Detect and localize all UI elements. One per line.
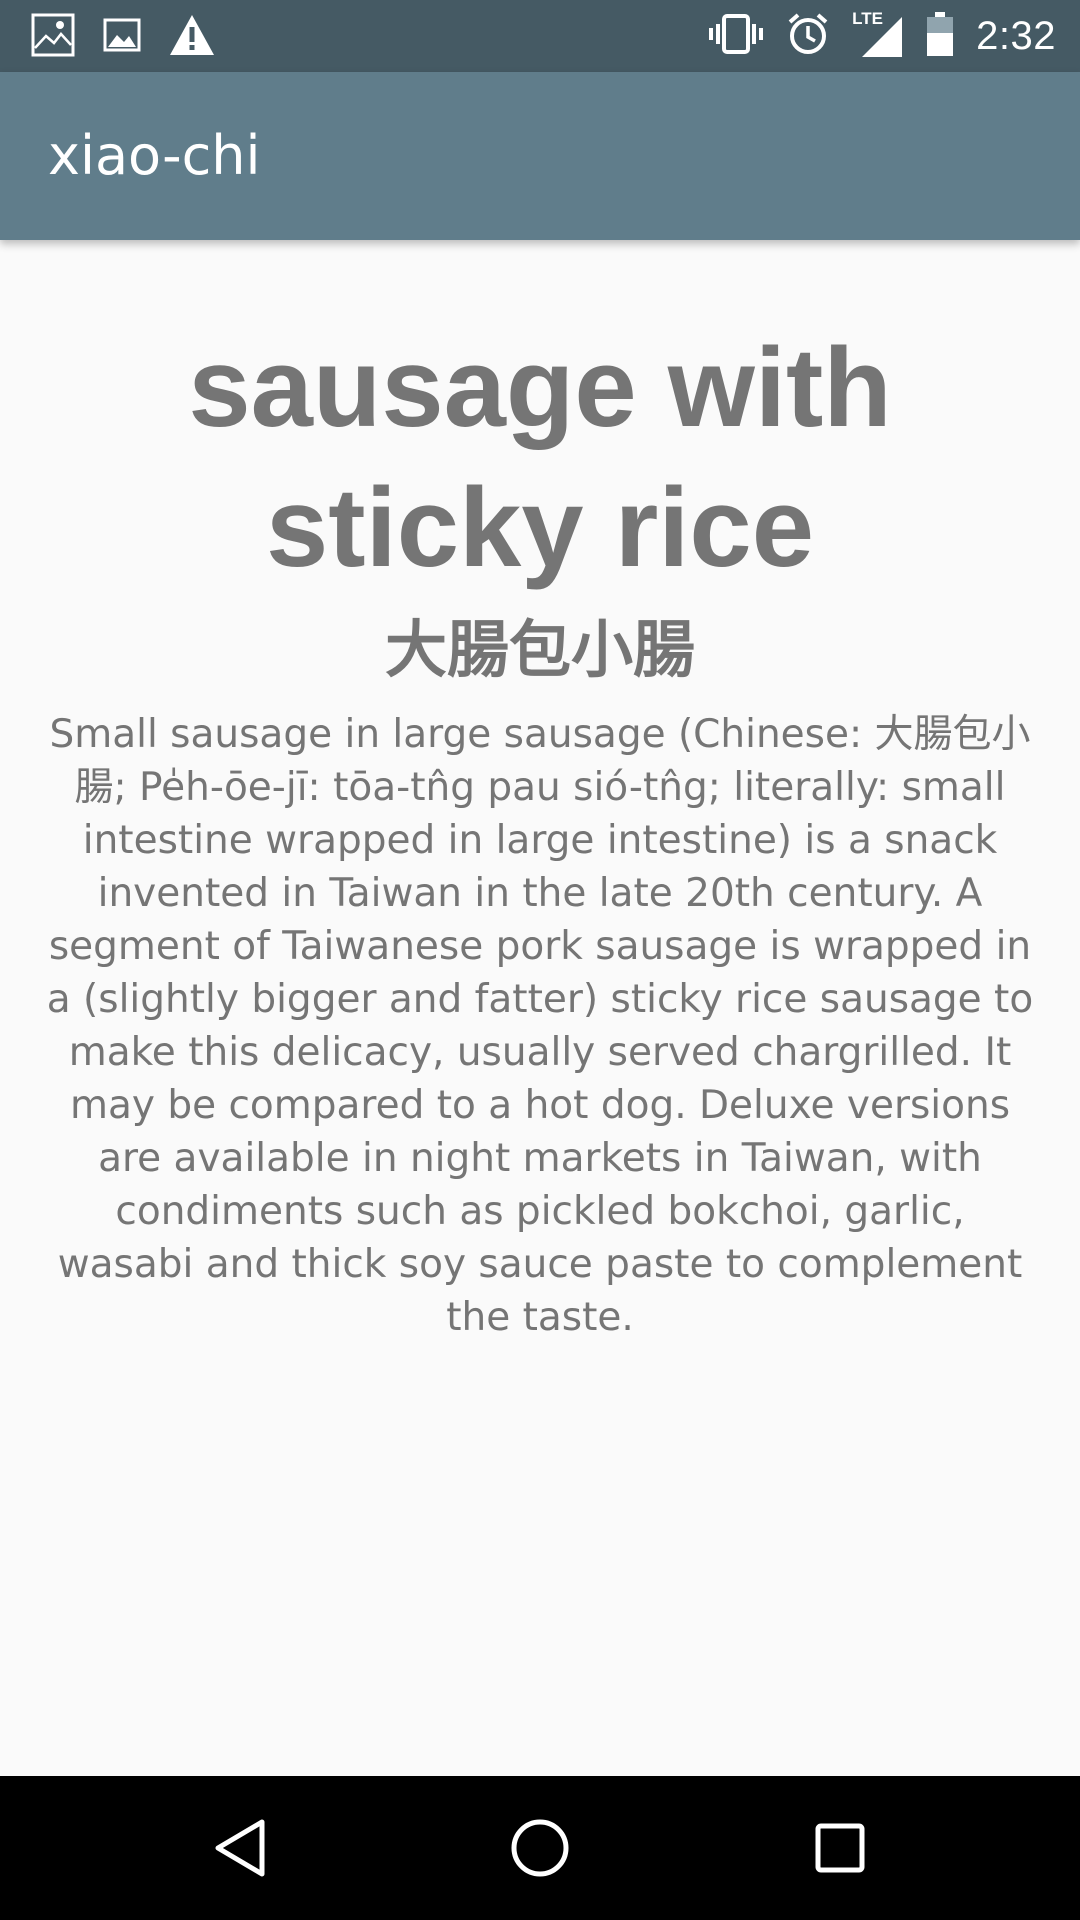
status-time: 2:32 — [976, 13, 1056, 58]
dish-name: sausage with sticky rice — [188, 325, 892, 590]
signal-icon: LTE — [852, 9, 904, 59]
dish-description: Small sausage in large sausage (Chinese:… — [46, 712, 1034, 1340]
recents-button[interactable] — [804, 1812, 876, 1884]
home-icon — [511, 1819, 569, 1877]
home-button[interactable] — [504, 1812, 576, 1884]
status-bar: LTE 2:32 — [0, 0, 1080, 72]
warning-icon — [168, 13, 216, 61]
image-notification-icon — [102, 15, 142, 59]
app-bar: xiao-chi — [0, 72, 1080, 240]
battery-icon — [926, 11, 954, 61]
recents-icon — [815, 1823, 865, 1873]
back-icon — [215, 1819, 265, 1877]
dish-chinese-name: 大腸包小腸 — [384, 613, 695, 686]
alarm-icon — [786, 12, 830, 60]
navigation-bar — [0, 1776, 1080, 1920]
app-title: xiao-chi — [48, 124, 261, 187]
notification-icons — [30, 12, 216, 62]
network-type-label: LTE — [852, 9, 883, 28]
back-button[interactable] — [204, 1812, 276, 1884]
system-icons: LTE 2:32 — [708, 9, 1056, 62]
vibrate-icon — [708, 12, 764, 60]
dish-detail: sausage with sticky rice 大腸包小腸 Small sau… — [0, 240, 1080, 1776]
photo-notification-icon — [30, 12, 76, 62]
